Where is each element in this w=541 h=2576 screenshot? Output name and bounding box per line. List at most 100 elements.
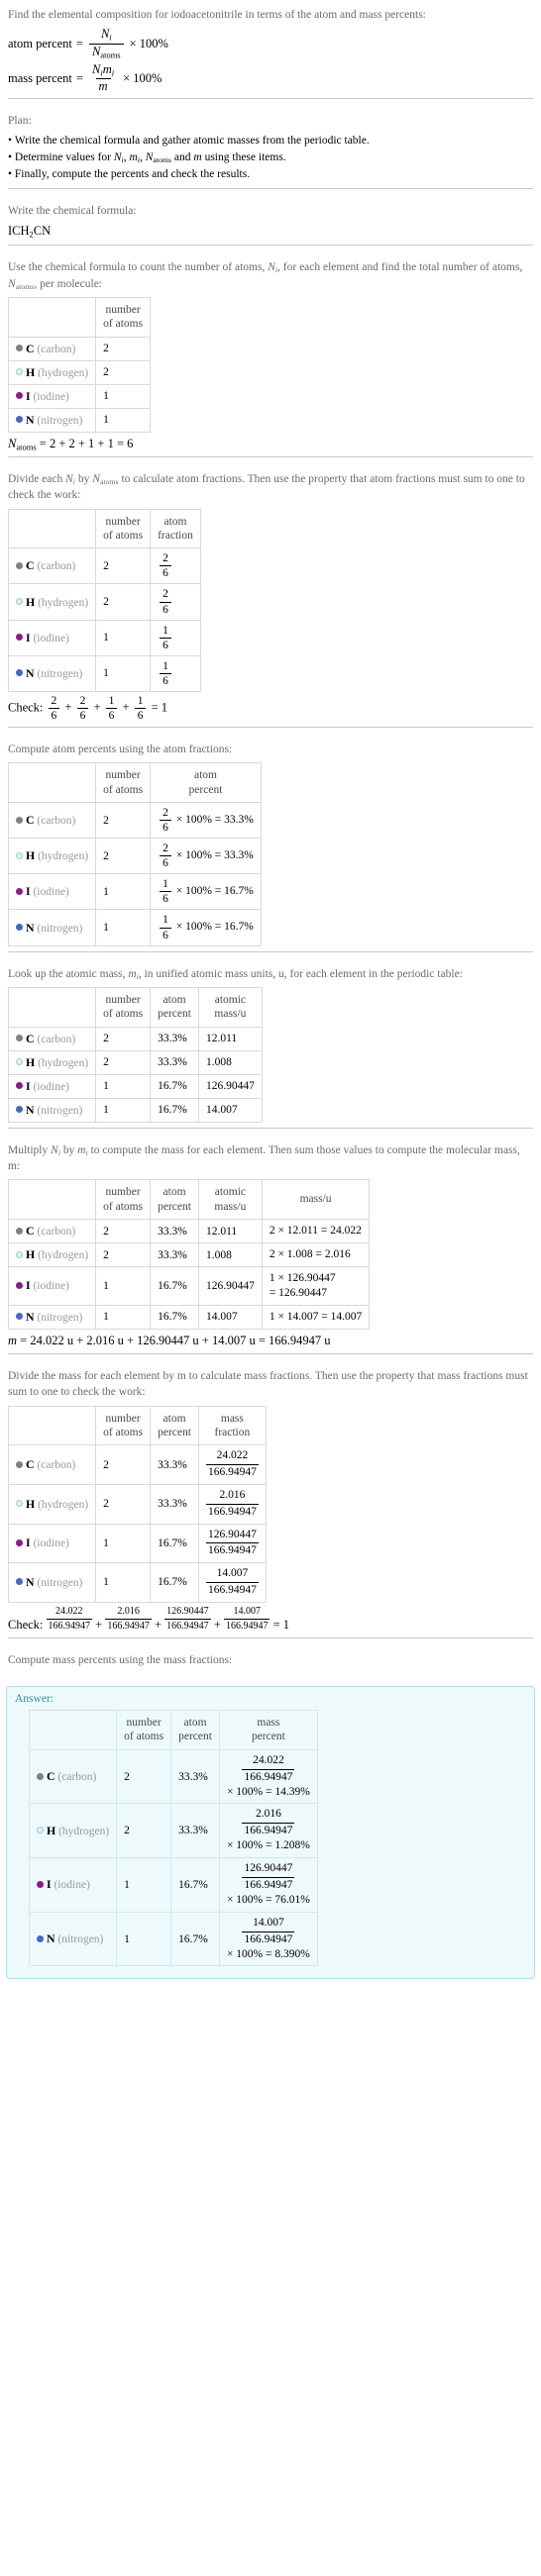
fraction: 16 bbox=[105, 695, 118, 722]
mass-percent-label: mass percent bbox=[8, 70, 72, 85]
element-cell: H (hydrogen) bbox=[7, 1483, 97, 1525]
element-symbol: H bbox=[26, 848, 36, 863]
element-color-dot bbox=[16, 1500, 23, 1508]
element-symbol: I bbox=[26, 630, 31, 644]
table-row: N (nitrogen) 1 16.7% 14.007 bbox=[7, 1097, 263, 1123]
element-name: (carbon) bbox=[37, 560, 76, 573]
atom-count: 1 bbox=[95, 1097, 152, 1123]
element-color-dot bbox=[16, 634, 23, 642]
atom-fraction: 16 bbox=[150, 654, 201, 692]
plan-item-1: Write the chemical formula and gather at… bbox=[8, 133, 533, 149]
header-atom-percent: atom percent bbox=[170, 1710, 220, 1750]
times-100-percent: × 100% bbox=[123, 70, 162, 85]
table-row: I (iodine) 1 1 6 bbox=[7, 619, 201, 656]
element-color-dot bbox=[16, 1082, 23, 1090]
element-cell: I (iodine) bbox=[7, 1073, 97, 1099]
mass-expression: 1 × 14.007 = 14.007 bbox=[261, 1304, 371, 1330]
table-row: H (hydrogen) 2 2 6 bbox=[7, 583, 201, 621]
section-divider bbox=[8, 950, 533, 952]
element-mass-prompt: Multiply Ni by mi to compute the mass fo… bbox=[8, 1143, 520, 1172]
element-cell: H (hydrogen) bbox=[7, 838, 97, 875]
mass-fractions-table: number of atoms atom percent mass fraction … bbox=[7, 1405, 267, 1603]
element-name: (iodine) bbox=[33, 1080, 69, 1093]
element-name: (hydrogen) bbox=[38, 1498, 89, 1511]
element-symbol: H bbox=[26, 364, 36, 379]
element-cell: H (hydrogen) bbox=[7, 359, 97, 385]
mass-percent-expression: 14.007 166.94947 × 100% = 8.390% bbox=[218, 1911, 318, 1967]
header-number-of-atoms: number of atoms bbox=[95, 1179, 152, 1221]
element-name: (carbon) bbox=[57, 1771, 97, 1784]
atom-percent: 16.7% bbox=[150, 1304, 199, 1330]
atom-count: 2 bbox=[95, 838, 152, 875]
fraction: 26 bbox=[160, 588, 171, 616]
atom-count: 2 bbox=[95, 1026, 152, 1051]
table-row: C (carbon) 2 33.3% 24.022 166.94947 bbox=[7, 1444, 267, 1485]
element-cell: C (carbon) bbox=[7, 1026, 97, 1051]
element-cell: H (hydrogen) bbox=[7, 1242, 97, 1268]
mass-fractions-body: C (carbon) 2 33.3% 24.022 166.94947 H (hydrog… bbox=[7, 1444, 267, 1603]
natoms-sum: Natoms = 2 + 2 + 1 + 1 = 6 bbox=[8, 436, 134, 451]
atom-count: 2 bbox=[116, 1748, 172, 1805]
table-row: I (iodine) 1 16.7% 126.90447 166.94947 bbox=[7, 1523, 267, 1564]
atomic-mass: 12.011 bbox=[197, 1219, 263, 1244]
element-name: (hydrogen) bbox=[38, 366, 89, 379]
equals-sign: = bbox=[75, 36, 83, 50]
header-element bbox=[7, 762, 97, 804]
fraction: 2.016 166.94947 bbox=[105, 1605, 152, 1632]
atom-fraction: 26 bbox=[150, 583, 201, 621]
element-cell: H (hydrogen) bbox=[28, 1803, 118, 1859]
table-row: C (carbon) 2 bbox=[7, 336, 152, 361]
section-atom-fractions: Divide each Ni by Natoms to calculate at… bbox=[0, 464, 541, 735]
element-symbol: N bbox=[26, 1574, 35, 1589]
plan-list: Write the chemical formula and gather at… bbox=[8, 133, 533, 184]
header-element bbox=[7, 296, 97, 338]
table-row: H (hydrogen) 2 bbox=[7, 359, 152, 385]
table-row: H (hydrogen) 2 33.3% 2.016 166.94947 bbox=[7, 1483, 267, 1525]
mass-percents-table: number of atoms atom percent mass percent C… bbox=[28, 1710, 318, 1967]
element-color-dot bbox=[37, 1880, 44, 1888]
atom-percent: 33.3% bbox=[150, 1242, 199, 1268]
atom-count: 2 bbox=[95, 1483, 152, 1525]
atomic-mass: 126.90447 bbox=[197, 1266, 263, 1306]
fraction: 16 bbox=[160, 660, 171, 687]
header-element bbox=[7, 1405, 97, 1446]
atom-percent: 33.3% bbox=[150, 1444, 199, 1485]
mass-percent-expression: 24.022 166.94947 × 100% = 14.39% bbox=[218, 1748, 318, 1805]
header-mass-percent: mass percent bbox=[218, 1710, 318, 1750]
element-color-dot bbox=[16, 1313, 23, 1321]
table-header-row: number of atoms atom percent atomic mass/u … bbox=[7, 1179, 371, 1221]
atom-percent: 16.7% bbox=[170, 1857, 220, 1913]
plan-item-3: Finally, compute the percents and check … bbox=[8, 166, 533, 183]
element-symbol: N bbox=[26, 665, 35, 680]
element-color-dot bbox=[16, 561, 23, 569]
element-cell: I (iodine) bbox=[7, 619, 97, 656]
element-symbol: N bbox=[26, 412, 35, 427]
fraction: 24.022 166.94947 bbox=[242, 1753, 295, 1783]
atom-count: 1 bbox=[116, 1911, 172, 1967]
element-name: (nitrogen) bbox=[37, 1104, 83, 1117]
element-color-dot bbox=[16, 1227, 23, 1235]
nimi-over-m-fraction: Nimi m bbox=[91, 61, 115, 94]
mass-expression: 1 × 126.90447 = 126.90447 bbox=[261, 1266, 371, 1306]
section-intro: Find the elemental composition for iodoa… bbox=[0, 0, 541, 106]
mass-fraction: 2.016 166.94947 bbox=[197, 1483, 267, 1525]
equals-sign: = bbox=[75, 70, 83, 85]
table-row: H (hydrogen) 2 33.3% 1.008 bbox=[7, 1049, 263, 1075]
element-symbol: I bbox=[26, 1536, 31, 1550]
mass-fraction: 126.90447 166.94947 bbox=[197, 1523, 267, 1564]
element-symbol: N bbox=[26, 1102, 35, 1117]
atom-count: 1 bbox=[95, 1304, 152, 1330]
table-row: N (nitrogen) 1 16.7% 14.007 1 × 14.007 = 14.… bbox=[7, 1304, 371, 1330]
atom-percents-table: number of atoms atom percent C (carbon) 2 2 6… bbox=[7, 762, 262, 946]
element-cell: C (carbon) bbox=[7, 1444, 97, 1485]
element-name: (nitrogen) bbox=[37, 1576, 83, 1589]
chemical-formula: ICH2CN bbox=[8, 223, 52, 240]
atomic-mass: 12.011 bbox=[197, 1026, 263, 1051]
section-element-mass: Multiply Ni by mi to compute the mass fo… bbox=[0, 1136, 541, 1361]
table-row: N (nitrogen) 1 bbox=[7, 407, 152, 433]
element-color-dot bbox=[16, 1035, 23, 1042]
element-cell: I (iodine) bbox=[7, 383, 97, 409]
fraction: 126.90447 166.94947 bbox=[205, 1528, 259, 1557]
section-atomic-mass: Look up the atomic mass, mi, in unified … bbox=[0, 959, 541, 1136]
table-row: I (iodine) 1 bbox=[7, 383, 152, 409]
